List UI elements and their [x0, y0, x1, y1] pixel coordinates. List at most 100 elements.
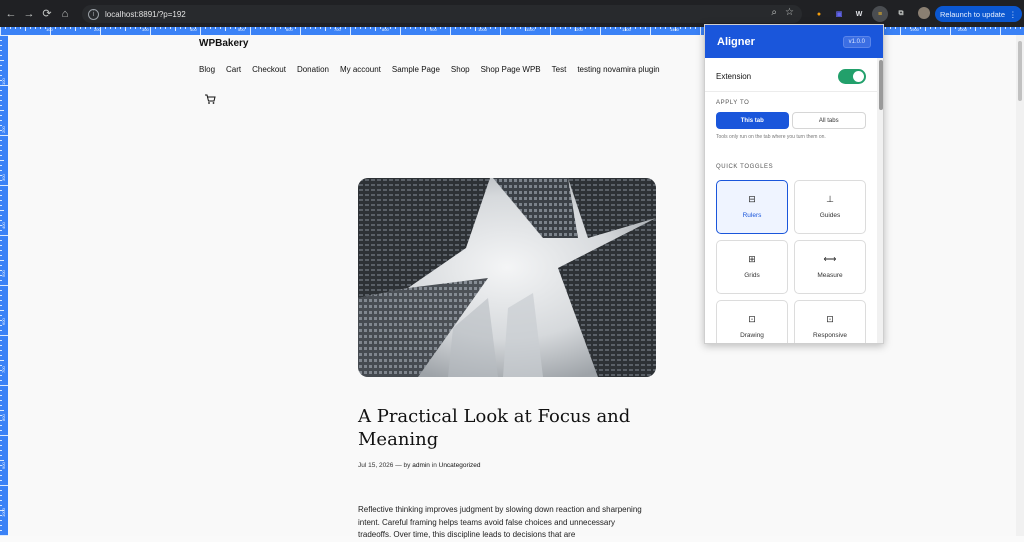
ruler-tick	[225, 27, 226, 31]
bookmark-star-icon[interactable]: ☆	[785, 7, 794, 18]
post-category[interactable]: Uncategorized	[439, 462, 481, 469]
ruler-tick	[505, 27, 506, 29]
popup-scrollbar[interactable]	[877, 58, 883, 343]
ruler-label: 100	[1, 78, 6, 85]
menu-item[interactable]: My account	[340, 65, 381, 74]
ruler-tick	[105, 27, 106, 29]
ruler-tick	[0, 27, 1, 35]
menu-item[interactable]: Test	[552, 65, 567, 74]
ruler-tick	[0, 495, 2, 496]
ruler-tick	[375, 27, 376, 31]
aligner-extension-icon[interactable]: ≡	[872, 6, 888, 22]
ruler-tick	[985, 27, 986, 29]
ruler-tick	[230, 27, 231, 29]
ruler-tick	[0, 435, 8, 436]
ruler-tick	[975, 27, 976, 31]
ruler-tick	[0, 65, 2, 66]
ruler-tick	[185, 27, 186, 29]
ruler-tick	[70, 27, 71, 29]
ruler-tick	[665, 27, 666, 29]
menu-item[interactable]: Sample Page	[392, 65, 440, 74]
ruler-tick	[590, 27, 591, 29]
menu-item[interactable]: Donation	[297, 65, 329, 74]
ruler-tick	[0, 205, 2, 206]
ruler-tick	[440, 27, 441, 29]
ruler-tick	[0, 425, 2, 426]
square-extension-icon[interactable]: ▣	[832, 7, 846, 21]
forward-icon[interactable]: →	[20, 5, 38, 23]
cart-icon[interactable]	[204, 93, 216, 105]
menu-item[interactable]: Shop	[451, 65, 470, 74]
toggle-measure-button[interactable]: ⟷ Measure	[794, 240, 866, 294]
ruler-label: 600	[286, 27, 293, 32]
ruler-tick	[695, 27, 696, 29]
ruler-tick	[935, 27, 936, 29]
toggle-guides-button[interactable]: ⊥ Guides	[794, 180, 866, 234]
page-scrollbar-thumb[interactable]	[1018, 41, 1022, 101]
zoom-icon[interactable]: ⌕	[771, 7, 777, 18]
reload-icon[interactable]: ⟳	[38, 5, 56, 23]
aligner-header: Aligner v1.0.0	[705, 25, 883, 58]
ruler-tick	[500, 27, 501, 35]
ruler-tick	[170, 27, 171, 29]
toggle-responsive-button[interactable]: ⊡ Responsive	[794, 300, 866, 343]
ruler-tick	[0, 55, 2, 56]
home-icon[interactable]: ⌂	[56, 5, 74, 23]
puzzle-extension-icon[interactable]: ⧉	[894, 7, 908, 21]
site-info-icon[interactable]: i	[88, 8, 99, 20]
menu-item[interactable]: Cart	[226, 65, 241, 74]
relaunch-button[interactable]: Relaunch to update ⋮	[935, 6, 1022, 22]
ruler-tick	[605, 27, 606, 29]
post-title[interactable]: A Practical Look at Focus and Meaning	[358, 405, 678, 451]
flame-extension-icon[interactable]: ●	[812, 7, 826, 21]
ruler-label: 400	[190, 27, 197, 32]
url-text[interactable]: localhost:8891/?p=192	[105, 10, 186, 19]
site-title[interactable]: WPBakery	[199, 38, 248, 49]
ruler-tick	[0, 40, 2, 41]
ruler-tick	[0, 480, 2, 481]
toggle-drawing-button[interactable]: ⊡ Drawing	[716, 300, 788, 343]
featured-image[interactable]	[358, 178, 656, 377]
popup-scrollbar-thumb[interactable]	[879, 60, 883, 110]
ruler-tick	[0, 335, 8, 336]
ruler-label: 200	[1, 126, 6, 133]
menu-item[interactable]: Shop Page WPB	[481, 65, 541, 74]
guides-icon: ⊥	[826, 194, 834, 204]
profile-avatar[interactable]	[918, 7, 930, 19]
primary-menu: Blog Cart Checkout Donation My account Sample…	[199, 65, 660, 74]
ruler-tick	[0, 325, 2, 326]
toggle-rulers-button[interactable]: ⊟ Rulers	[716, 180, 788, 234]
toggle-grids-button[interactable]: ⊞ Grids	[716, 240, 788, 294]
apply-all-tabs-button[interactable]: All tabs	[791, 112, 866, 129]
ruler-tick	[490, 27, 491, 29]
ruler-tick	[515, 27, 516, 29]
ruler-tick	[450, 27, 451, 35]
ruler-tick	[0, 305, 2, 306]
menu-item[interactable]: Checkout	[252, 65, 286, 74]
ruler-tick	[565, 27, 566, 29]
menu-item[interactable]: Blog	[199, 65, 215, 74]
page-scrollbar[interactable]	[1016, 35, 1024, 536]
address-bar[interactable]: i localhost:8891/?p=192 ⌕ ☆	[82, 5, 802, 23]
ruler-tick	[0, 300, 2, 301]
wp-extension-icon[interactable]: W	[852, 7, 866, 21]
extension-toggle[interactable]	[838, 69, 866, 84]
ruler-tick	[955, 27, 956, 29]
post-author[interactable]: admin	[412, 462, 430, 469]
chrome-menu-icon[interactable]: ⋮	[1009, 10, 1017, 19]
ruler-tick	[540, 27, 541, 29]
ruler-tick	[180, 27, 181, 29]
ruler-tick	[600, 27, 601, 35]
ruler-tick	[0, 160, 4, 161]
ruler-label: 1100	[526, 27, 535, 32]
toggle-label: Measure	[817, 272, 843, 279]
ruler-tick	[160, 27, 161, 29]
post-date[interactable]: Jul 15, 2026	[358, 462, 393, 469]
menu-item[interactable]: testing novamira plugin	[577, 65, 659, 74]
back-icon[interactable]: ←	[2, 5, 20, 23]
ruler-tick	[30, 27, 31, 29]
apply-this-tab-button[interactable]: This tab	[716, 112, 789, 129]
ruler-tick	[275, 27, 276, 31]
ruler-tick	[570, 27, 571, 29]
ruler-tick	[920, 27, 921, 29]
